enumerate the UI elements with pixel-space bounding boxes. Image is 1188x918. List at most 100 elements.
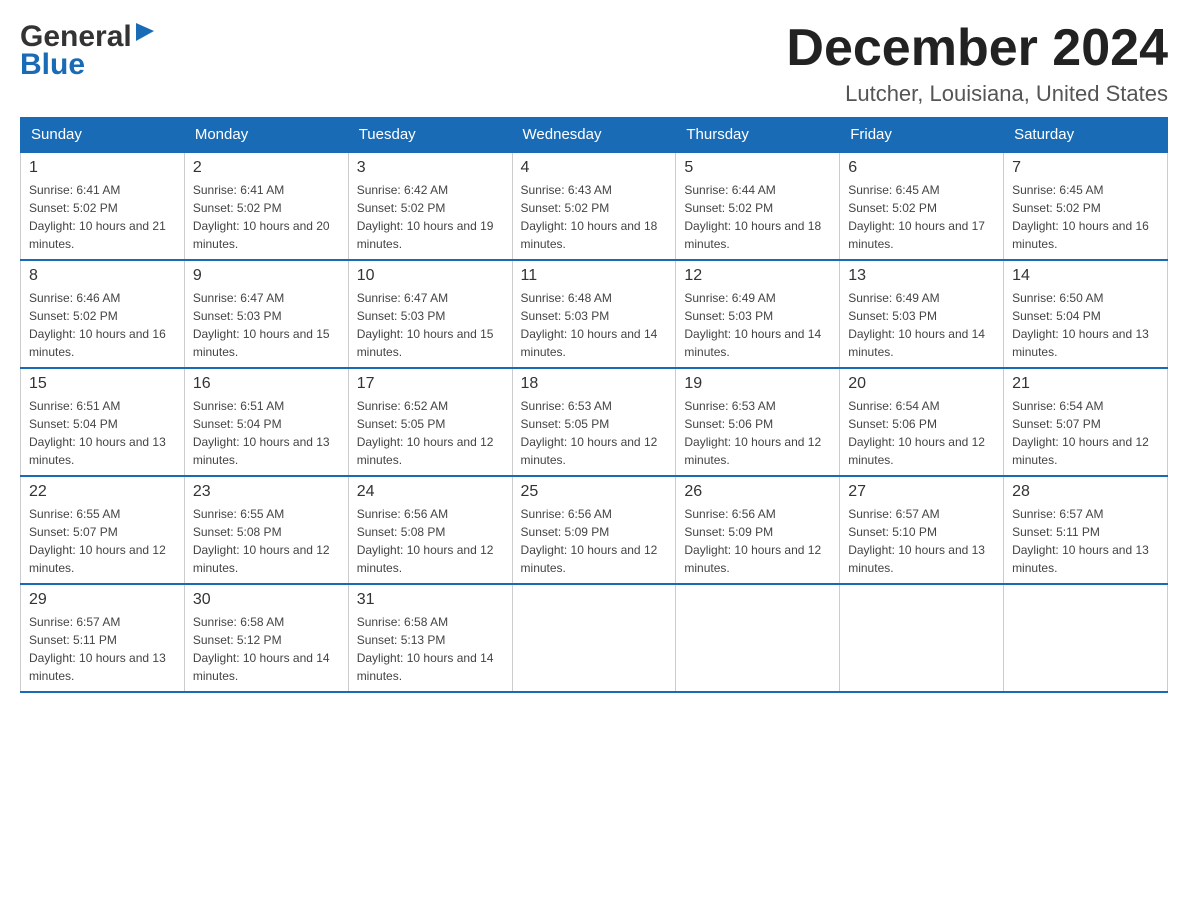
day-info: Sunrise: 6:50 AMSunset: 5:04 PMDaylight:… [1012,289,1159,361]
calendar-cell: 18 Sunrise: 6:53 AMSunset: 5:05 PMDayligh… [512,368,676,476]
calendar-cell: 27 Sunrise: 6:57 AMSunset: 5:10 PMDayligh… [840,476,1004,584]
calendar-cell [1004,584,1168,692]
day-info: Sunrise: 6:57 AMSunset: 5:10 PMDaylight:… [848,505,995,577]
day-number: 20 [848,375,995,393]
calendar-cell: 19 Sunrise: 6:53 AMSunset: 5:06 PMDayligh… [676,368,840,476]
calendar-cell: 6 Sunrise: 6:45 AMSunset: 5:02 PMDaylight… [840,152,1004,260]
calendar-cell [676,584,840,692]
day-info: Sunrise: 6:47 AMSunset: 5:03 PMDaylight:… [193,289,340,361]
day-info: Sunrise: 6:53 AMSunset: 5:05 PMDaylight:… [521,397,668,469]
calendar-cell: 25Sunrise: 6:56 AMSunset: 5:09 PMDayligh… [512,476,676,584]
day-info: Sunrise: 6:46 AMSunset: 5:02 PMDaylight:… [29,289,176,361]
day-number: 21 [1012,375,1159,393]
calendar-cell: 1 Sunrise: 6:41 AMSunset: 5:02 PMDaylight… [21,152,185,260]
day-info: Sunrise: 6:44 AMSunset: 5:02 PMDaylight:… [684,181,831,253]
day-info: Sunrise: 6:56 AMSunset: 5:08 PMDaylight:… [357,505,504,577]
calendar-cell: 9 Sunrise: 6:47 AMSunset: 5:03 PMDaylight… [184,260,348,368]
day-number: 4 [521,159,668,177]
day-number: 23 [193,483,340,501]
day-number: 1 [29,159,176,177]
calendar-cell: 5 Sunrise: 6:44 AMSunset: 5:02 PMDaylight… [676,152,840,260]
day-info: Sunrise: 6:45 AMSunset: 5:02 PMDaylight:… [848,181,995,253]
day-number: 13 [848,267,995,285]
calendar-cell: 7Sunrise: 6:45 AMSunset: 5:02 PMDaylight… [1004,152,1168,260]
logo-blue-text: Blue [20,48,85,82]
location-text: Lutcher, Louisiana, United States [786,81,1168,107]
calendar-week-row: 15 Sunrise: 6:51 AMSunset: 5:04 PMDayligh… [21,368,1168,476]
day-info: Sunrise: 6:52 AMSunset: 5:05 PMDaylight:… [357,397,504,469]
day-info: Sunrise: 6:51 AMSunset: 5:04 PMDaylight:… [29,397,176,469]
day-number: 16 [193,375,340,393]
day-info: Sunrise: 6:56 AMSunset: 5:09 PMDaylight:… [684,505,831,577]
day-number: 26 [684,483,831,501]
day-number: 2 [193,159,340,177]
calendar-cell: 30 Sunrise: 6:58 AMSunset: 5:12 PMDayligh… [184,584,348,692]
page-header: General Blue December 2024 Lutcher, Loui… [20,20,1168,107]
calendar-week-row: 8 Sunrise: 6:46 AMSunset: 5:02 PMDaylight… [21,260,1168,368]
day-info: Sunrise: 6:41 AMSunset: 5:02 PMDaylight:… [29,181,176,253]
day-number: 17 [357,375,504,393]
day-number: 6 [848,159,995,177]
day-info: Sunrise: 6:49 AMSunset: 5:03 PMDaylight:… [684,289,831,361]
day-info: Sunrise: 6:43 AMSunset: 5:02 PMDaylight:… [521,181,668,253]
day-info: Sunrise: 6:55 AMSunset: 5:07 PMDaylight:… [29,505,176,577]
day-number: 11 [521,267,668,285]
calendar-cell: 11 Sunrise: 6:48 AMSunset: 5:03 PMDayligh… [512,260,676,368]
weekday-header-row: SundayMondayTuesdayWednesdayThursdayFrid… [21,118,1168,153]
day-info: Sunrise: 6:53 AMSunset: 5:06 PMDaylight:… [684,397,831,469]
day-number: 14 [1012,267,1159,285]
day-number: 15 [29,375,176,393]
day-number: 5 [684,159,831,177]
day-info: Sunrise: 6:54 AMSunset: 5:06 PMDaylight:… [848,397,995,469]
weekday-header-sunday: Sunday [21,118,185,153]
calendar-cell: 29Sunrise: 6:57 AMSunset: 5:11 PMDayligh… [21,584,185,692]
logo: General Blue [20,20,156,82]
calendar-table: SundayMondayTuesdayWednesdayThursdayFrid… [20,117,1168,693]
day-number: 19 [684,375,831,393]
calendar-cell: 21 Sunrise: 6:54 AMSunset: 5:07 PMDayligh… [1004,368,1168,476]
day-number: 3 [357,159,504,177]
weekday-header-thursday: Thursday [676,118,840,153]
calendar-cell: 24 Sunrise: 6:56 AMSunset: 5:08 PMDayligh… [348,476,512,584]
calendar-cell: 15 Sunrise: 6:51 AMSunset: 5:04 PMDayligh… [21,368,185,476]
calendar-cell: 16 Sunrise: 6:51 AMSunset: 5:04 PMDayligh… [184,368,348,476]
calendar-cell: 23 Sunrise: 6:55 AMSunset: 5:08 PMDayligh… [184,476,348,584]
title-block: December 2024 Lutcher, Louisiana, United… [786,20,1168,107]
day-info: Sunrise: 6:57 AMSunset: 5:11 PMDaylight:… [29,613,176,685]
day-number: 27 [848,483,995,501]
day-info: Sunrise: 6:51 AMSunset: 5:04 PMDaylight:… [193,397,340,469]
calendar-cell: 8 Sunrise: 6:46 AMSunset: 5:02 PMDaylight… [21,260,185,368]
day-info: Sunrise: 6:42 AMSunset: 5:02 PMDaylight:… [357,181,504,253]
day-info: Sunrise: 6:57 AMSunset: 5:11 PMDaylight:… [1012,505,1159,577]
day-number: 8 [29,267,176,285]
day-number: 22 [29,483,176,501]
calendar-cell [512,584,676,692]
calendar-week-row: 22 Sunrise: 6:55 AMSunset: 5:07 PMDayligh… [21,476,1168,584]
weekday-header-tuesday: Tuesday [348,118,512,153]
calendar-week-row: 1 Sunrise: 6:41 AMSunset: 5:02 PMDaylight… [21,152,1168,260]
day-number: 10 [357,267,504,285]
weekday-header-saturday: Saturday [1004,118,1168,153]
calendar-cell: 28Sunrise: 6:57 AMSunset: 5:11 PMDayligh… [1004,476,1168,584]
calendar-cell: 22 Sunrise: 6:55 AMSunset: 5:07 PMDayligh… [21,476,185,584]
day-number: 18 [521,375,668,393]
calendar-cell [840,584,1004,692]
day-info: Sunrise: 6:55 AMSunset: 5:08 PMDaylight:… [193,505,340,577]
calendar-cell: 10Sunrise: 6:47 AMSunset: 5:03 PMDayligh… [348,260,512,368]
day-info: Sunrise: 6:54 AMSunset: 5:07 PMDaylight:… [1012,397,1159,469]
day-info: Sunrise: 6:58 AMSunset: 5:12 PMDaylight:… [193,613,340,685]
day-number: 9 [193,267,340,285]
weekday-header-friday: Friday [840,118,1004,153]
calendar-cell: 17 Sunrise: 6:52 AMSunset: 5:05 PMDayligh… [348,368,512,476]
weekday-header-monday: Monday [184,118,348,153]
day-number: 30 [193,591,340,609]
calendar-cell: 14 Sunrise: 6:50 AMSunset: 5:04 PMDayligh… [1004,260,1168,368]
day-info: Sunrise: 6:45 AMSunset: 5:02 PMDaylight:… [1012,181,1159,253]
logo-arrow-icon [134,21,156,43]
day-number: 24 [357,483,504,501]
calendar-cell: 13Sunrise: 6:49 AMSunset: 5:03 PMDayligh… [840,260,1004,368]
day-number: 12 [684,267,831,285]
day-number: 25 [521,483,668,501]
day-info: Sunrise: 6:48 AMSunset: 5:03 PMDaylight:… [521,289,668,361]
day-info: Sunrise: 6:41 AMSunset: 5:02 PMDaylight:… [193,181,340,253]
